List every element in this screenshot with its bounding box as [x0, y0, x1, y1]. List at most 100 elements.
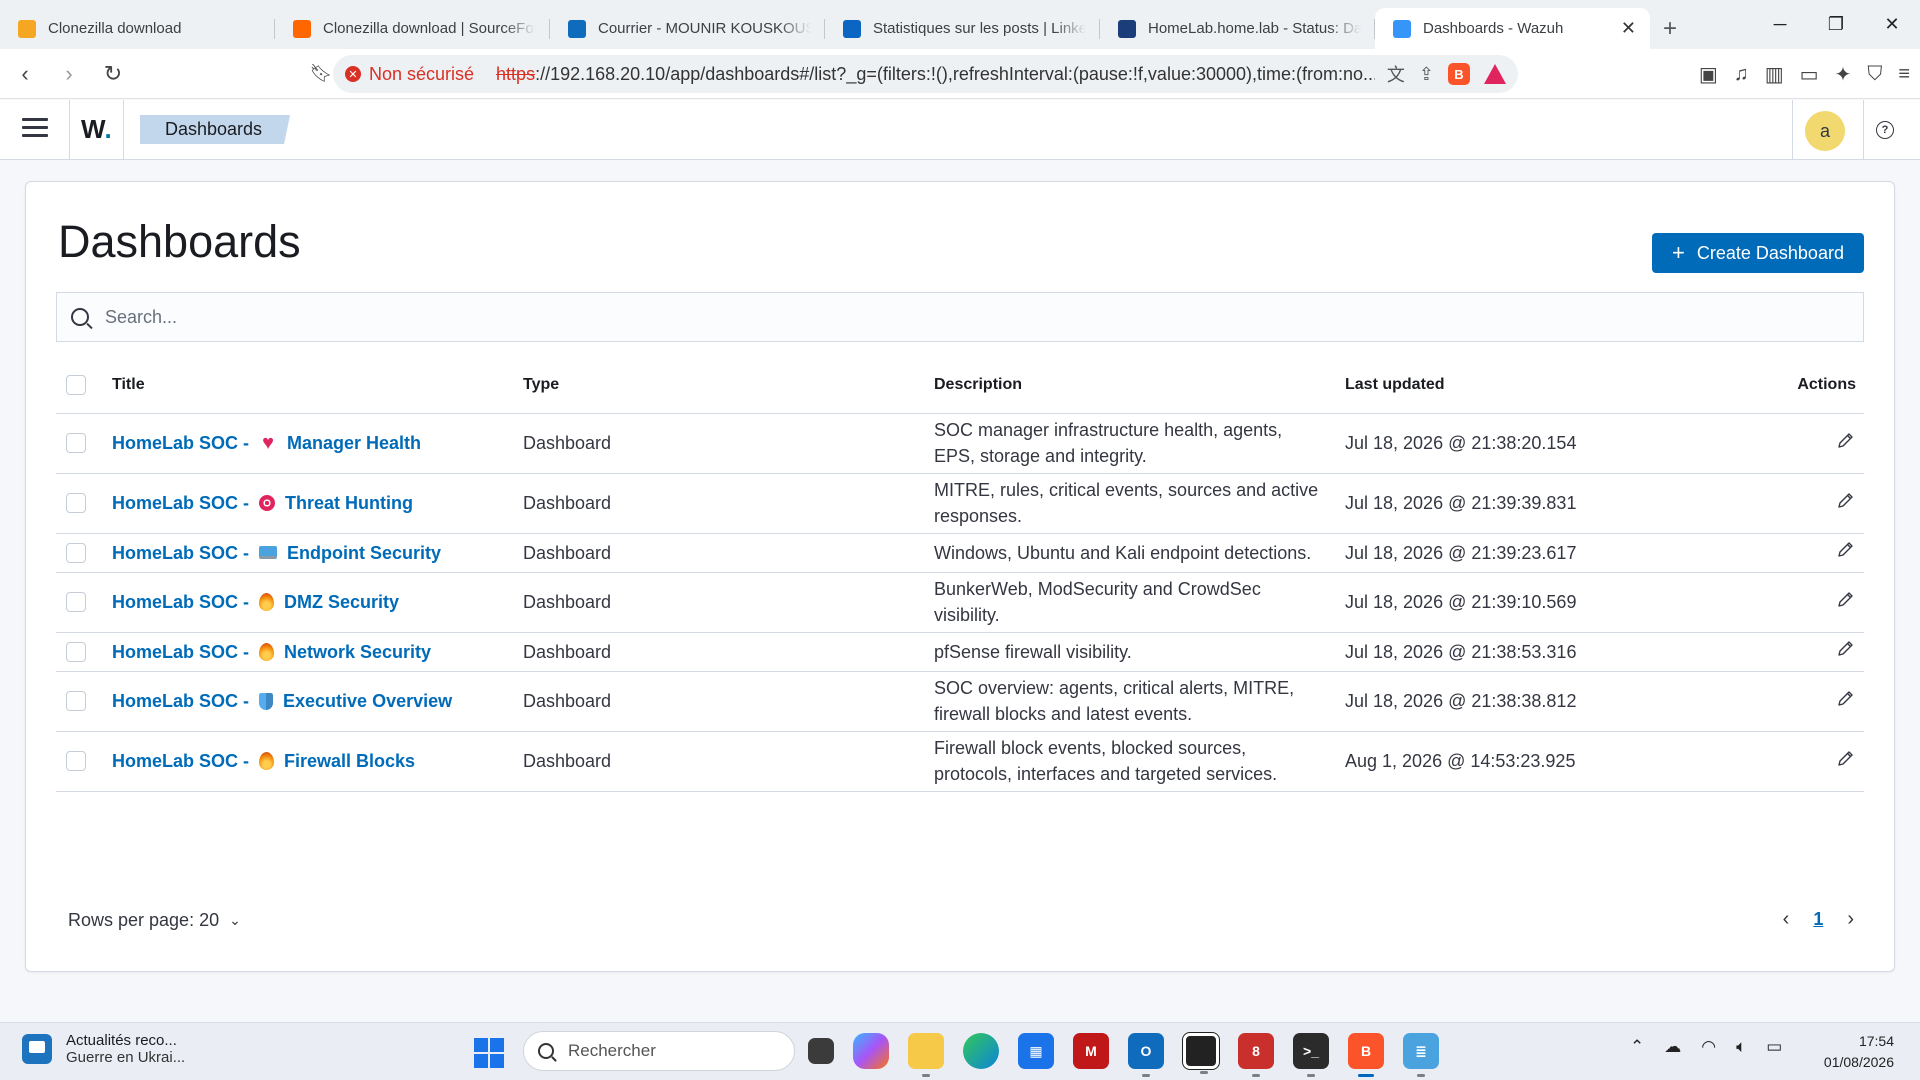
brave-icon[interactable]: B [1348, 1033, 1384, 1077]
media-icon[interactable]: ♫ [1734, 63, 1749, 86]
reader-mode-icon[interactable]: ▣ [1699, 62, 1718, 87]
laptop-icon [259, 546, 278, 559]
maximize-icon[interactable]: ❐ [1808, 0, 1864, 49]
app-header: W. Dashboards [0, 100, 1920, 160]
dashboard-title-link[interactable]: HomeLab SOC - Threat Hunting [112, 490, 413, 516]
sidebar-icon[interactable]: ▥ [1765, 62, 1784, 87]
mcafee-icon[interactable]: M [1073, 1033, 1109, 1069]
next-page-icon[interactable]: › [1847, 908, 1854, 931]
table-row: HomeLab SOC - Endpoint Security Dashboard W… [56, 533, 1864, 573]
dashboard-title-link[interactable]: HomeLab SOC - ♥ Manager Health [112, 430, 421, 456]
dashboard-title-link[interactable]: HomeLab SOC - DMZ Security [112, 589, 399, 615]
dashboard-title-link[interactable]: HomeLab SOC - Network Security [112, 639, 431, 665]
clock[interactable]: 17:54 01/08/2026 [1824, 1031, 1894, 1073]
minimize-icon[interactable]: ─ [1752, 0, 1808, 49]
row-checkbox[interactable] [66, 751, 86, 771]
dashboard-title-link[interactable]: HomeLab SOC - Executive Overview [112, 688, 452, 714]
column-header-type[interactable]: Type [513, 358, 924, 414]
breadcrumb[interactable]: Dashboards [140, 115, 291, 144]
dashboard-title-link[interactable]: HomeLab SOC - Firewall Blocks [112, 748, 415, 774]
tab-title: Clonezilla download | SourceForge [323, 20, 536, 37]
help-icon[interactable]: ? [1876, 121, 1894, 139]
address-bar[interactable]: ✕ Non sécurisé https ://192.168.20.10/ap… [333, 55, 1518, 93]
dashboard-last-updated: Jul 18, 2026 @ 21:39:10.569 [1335, 572, 1746, 633]
column-header-title[interactable]: Title [102, 358, 513, 414]
reload-icon[interactable]: ↻ [94, 55, 132, 93]
store-icon[interactable]: ▦ [1018, 1033, 1054, 1069]
browser-tab[interactable]: HomeLab.home.lab - Status: Dashboard [1100, 8, 1375, 49]
system-tray: ⌃ ☁ ◠ 🔈︎ ▭ [1630, 1037, 1782, 1057]
column-header-last-updated[interactable]: Last updated [1335, 358, 1746, 414]
browser-tab[interactable]: Clonezilla download [0, 8, 275, 49]
edit-pencil-icon[interactable] [1836, 688, 1856, 708]
row-checkbox[interactable] [66, 433, 86, 453]
chevron-up-icon[interactable]: ⌃ [1630, 1037, 1644, 1057]
edit-pencil-icon[interactable] [1836, 539, 1856, 559]
notepad-icon[interactable]: ≣ [1403, 1033, 1439, 1077]
edit-pencil-icon[interactable] [1836, 589, 1856, 609]
wallet-icon[interactable]: ▭ [1800, 62, 1819, 87]
edit-pencil-icon[interactable] [1836, 490, 1856, 510]
taskbar-search[interactable]: Rechercher [523, 1031, 795, 1071]
new-tab-icon[interactable]: + [1650, 8, 1690, 49]
onedrive-icon[interactable]: ☁ [1664, 1037, 1681, 1057]
outlook-icon[interactable]: O [1128, 1033, 1164, 1077]
browser-tab[interactable]: Clonezilla download | SourceForge [275, 8, 550, 49]
volume-icon[interactable]: 🔈︎ [1736, 1037, 1746, 1057]
search-box[interactable] [56, 292, 1864, 342]
security-label: Non sécurisé [369, 63, 475, 84]
browser-tab[interactable]: Courrier - MOUNIR KOUSKOUS - Outlook [550, 8, 825, 49]
browser-tab[interactable]: Dashboards - Wazuh ✕ [1375, 8, 1650, 49]
back-icon[interactable]: ‹ [6, 55, 44, 93]
table-row: HomeLab SOC - Executive Overview Dashboard… [56, 671, 1864, 732]
hamburger-menu-icon[interactable] [22, 118, 48, 140]
edge-icon[interactable] [963, 1033, 999, 1069]
user-avatar[interactable]: a [1805, 111, 1845, 151]
copilot-icon[interactable] [853, 1033, 889, 1069]
dashboard-type: Dashboard [513, 572, 924, 633]
edit-pencil-icon[interactable] [1836, 638, 1856, 658]
file-explorer-icon[interactable] [908, 1033, 944, 1077]
brave-shields-icon[interactable]: B [1448, 63, 1470, 85]
vpn-icon[interactable]: ⛉ [1867, 63, 1882, 86]
terminal-icon[interactable]: >_ [1293, 1033, 1329, 1077]
previous-page-icon[interactable]: ‹ [1783, 908, 1790, 931]
row-checkbox[interactable] [66, 493, 86, 513]
row-checkbox[interactable] [66, 542, 86, 563]
search-icon [538, 1043, 554, 1059]
share-icon[interactable]: ⇪ [1419, 64, 1434, 85]
page-1-link[interactable]: 1 [1813, 909, 1823, 930]
row-checkbox[interactable] [66, 641, 86, 662]
dashboard-last-updated: Jul 18, 2026 @ 21:38:38.812 [1335, 671, 1746, 732]
column-header-description[interactable]: Description [924, 358, 1335, 414]
browser-toolbar: ‹ › ↻ 🔖︎ ✕ Non sécurisé https ://192.168… [0, 49, 1920, 99]
create-dashboard-button[interactable]: + Create Dashboard [1652, 233, 1864, 273]
row-checkbox[interactable] [66, 592, 86, 612]
start-menu-icon[interactable] [474, 1038, 504, 1068]
browser-tab[interactable]: Statistiques sur les posts | LinkedIn [825, 8, 1100, 49]
close-tab-icon[interactable]: ✕ [1621, 18, 1636, 39]
app-icon[interactable] [1182, 1032, 1220, 1074]
rows-per-page-selector[interactable]: Rows per page: 20 ⌄ [68, 910, 241, 931]
dashboard-title-link[interactable]: HomeLab SOC - Endpoint Security [112, 540, 441, 566]
edit-pencil-icon[interactable] [1836, 430, 1856, 450]
row-checkbox[interactable] [66, 691, 86, 711]
close-window-icon[interactable]: ✕ [1864, 0, 1920, 49]
search-input[interactable] [105, 306, 1805, 328]
clock-date: 01/08/2026 [1823, 1054, 1894, 1070]
search-icon [71, 308, 89, 326]
edit-pencil-icon[interactable] [1836, 748, 1856, 768]
leo-ai-icon[interactable]: ✦ [1835, 62, 1852, 87]
task-view-icon[interactable] [808, 1038, 834, 1064]
select-all-checkbox[interactable] [66, 375, 86, 396]
battery-icon[interactable]: ▭ [1766, 1037, 1782, 1057]
forward-icon[interactable]: › [50, 55, 88, 93]
news-widget[interactable]: Actualités reco... Guerre en Ukrai... [22, 1032, 185, 1066]
menu-icon[interactable]: ≡ [1898, 63, 1910, 86]
gitkraken-icon[interactable]: 8 [1238, 1033, 1274, 1077]
translate-icon[interactable]: 文 [1387, 61, 1405, 87]
wifi-icon[interactable]: ◠ [1701, 1037, 1716, 1057]
brave-rewards-icon[interactable] [1484, 64, 1506, 84]
fire-icon [259, 593, 275, 611]
wazuh-logo[interactable]: W. [81, 114, 112, 145]
